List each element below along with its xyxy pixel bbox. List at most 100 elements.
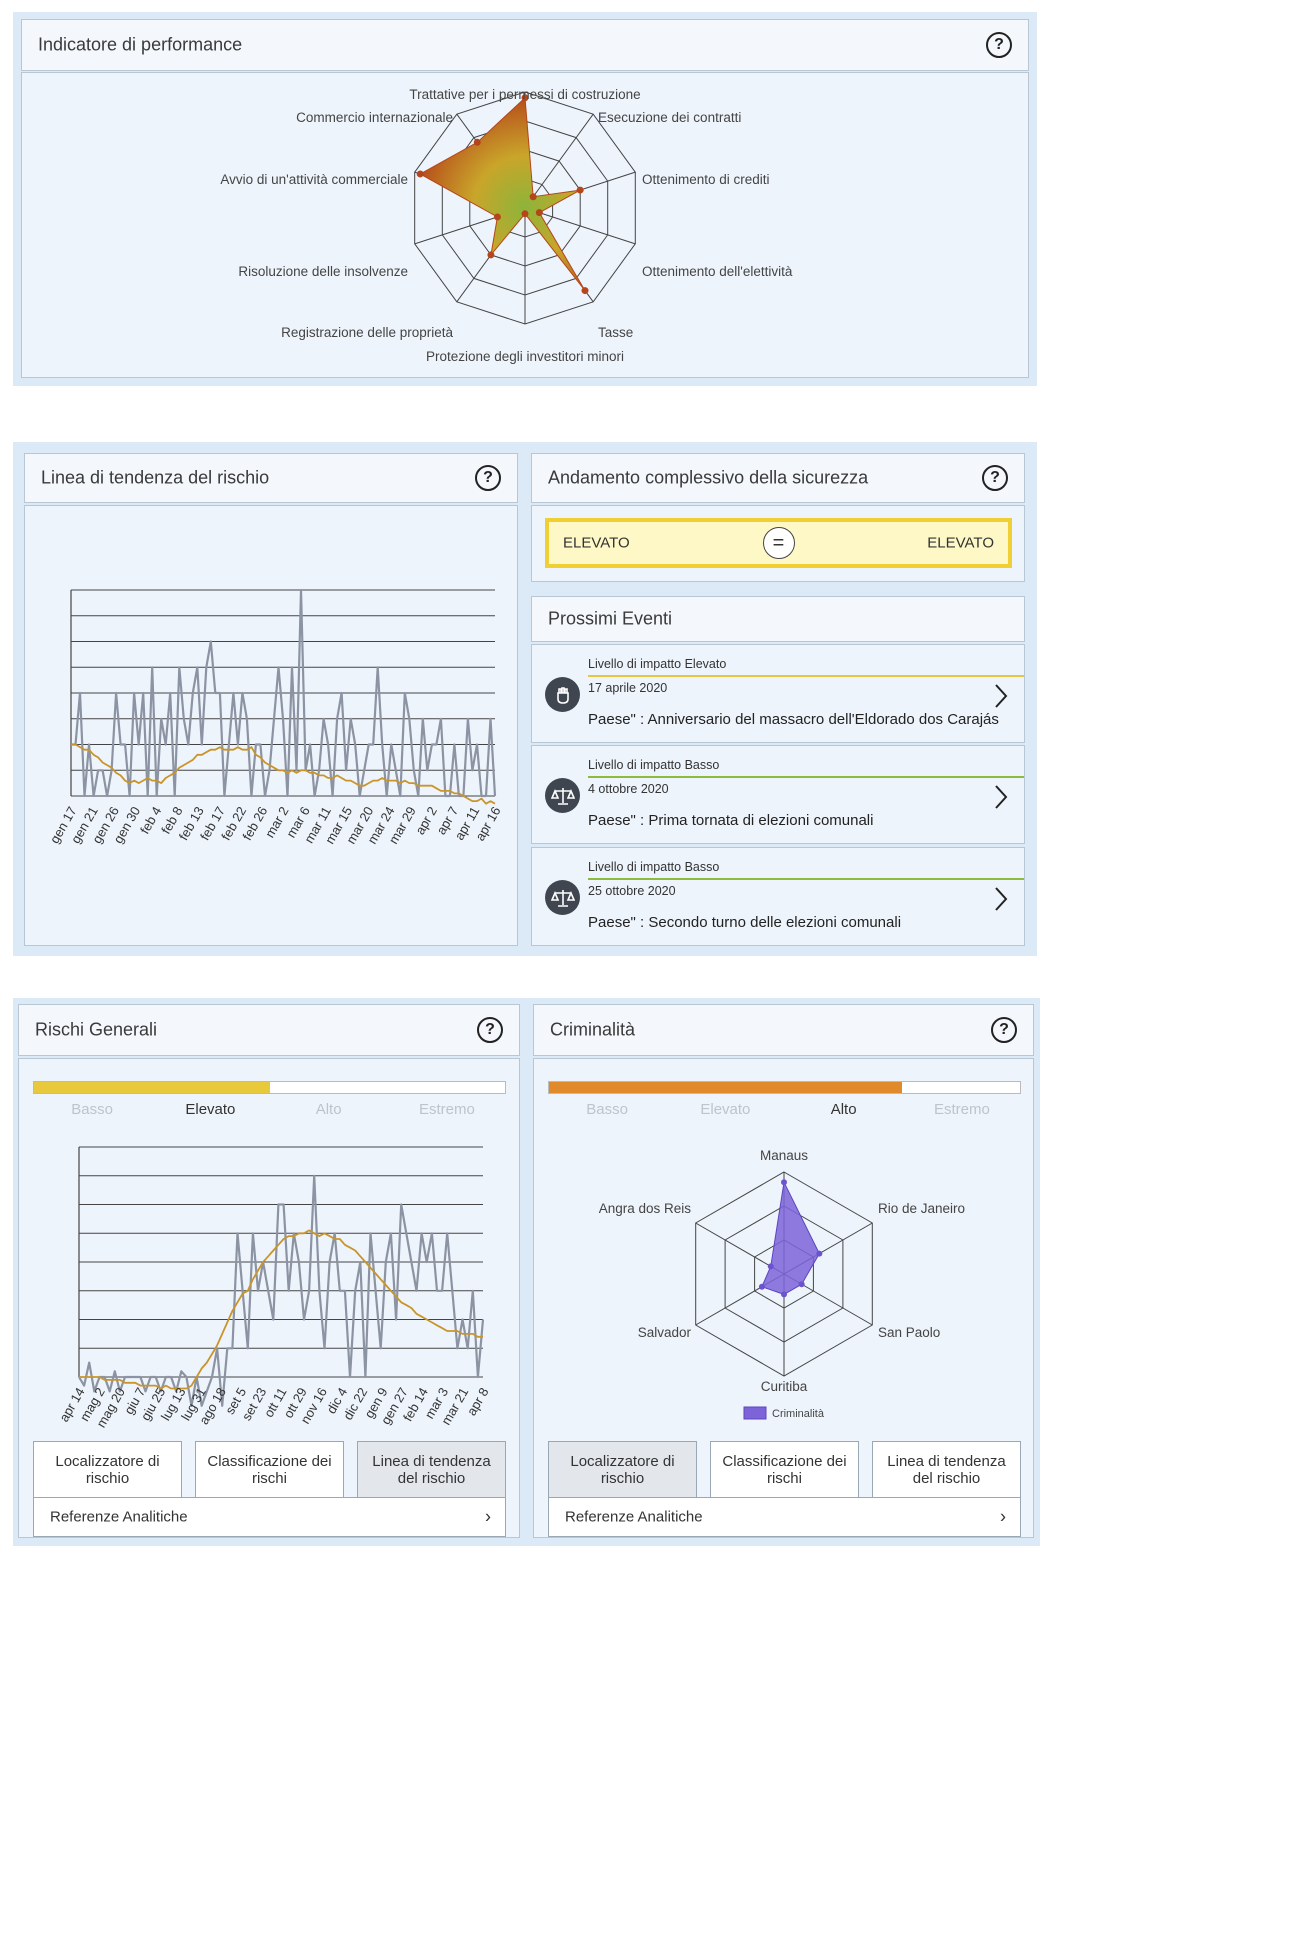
trend-title: Linea di tendenza del rischio	[41, 467, 270, 488]
radar-data-point	[767, 1263, 774, 1270]
chevron-right-icon: ›	[485, 1506, 491, 1527]
level-label: Elevato	[700, 1101, 751, 1118]
x-tick-label: apr 8	[464, 1385, 492, 1418]
radar-data-area	[761, 1180, 820, 1295]
radar-axis-label: Commercio internazionale	[296, 110, 453, 125]
radar-data-point	[493, 213, 501, 221]
x-tick-label: feb 4	[137, 804, 164, 837]
crime-level-fill	[549, 1082, 903, 1093]
help-icon[interactable]: ?	[991, 1017, 1017, 1043]
level-label: Elevato	[185, 1101, 236, 1118]
event-impact-line	[588, 878, 1024, 880]
radar-data-point	[781, 1179, 787, 1186]
event-item[interactable]: Livello di impatto Elevato 17 aprile 202…	[531, 644, 1025, 743]
event-item[interactable]: Livello di impatto Basso 25 ottobre 2020…	[531, 847, 1025, 946]
legend-label: Criminalità	[772, 1408, 825, 1420]
performance-body: Trattative per i permessi di costruzione…	[21, 72, 1029, 378]
risk-locator-button[interactable]: Localizzatore di rischio	[33, 1441, 182, 1499]
analytic-references-label: Referenze Analitiche	[50, 1508, 188, 1526]
legend-swatch	[743, 1406, 767, 1420]
analytic-references-label: Referenze Analitiche	[565, 1508, 703, 1526]
radar-axis-label: Registrazione delle proprietà	[281, 325, 453, 340]
radar-axis-label: Trattative per i permessi di costruzione	[409, 87, 640, 102]
level-label: Estremo	[933, 1101, 990, 1118]
radar-data-point	[581, 287, 589, 295]
series-line	[79, 1229, 483, 1390]
radar-axis-label: Protezione degli investitori minori	[426, 349, 624, 364]
events-title: Prossimi Eventi	[548, 608, 673, 629]
radar-data-point	[529, 193, 537, 201]
level-label: Basso	[71, 1101, 113, 1118]
crime-radar-chart: Manaus Rio de Janeiro San Paolo Curitiba Sal…	[599, 1148, 965, 1420]
radar-axis-label: Manaus	[760, 1148, 808, 1163]
chevron-right-icon	[994, 784, 1008, 815]
general-title: Rischi Generali	[35, 1019, 158, 1040]
event-item[interactable]: Livello di impatto Basso 4 ottobre 2020 …	[531, 745, 1025, 844]
radar-data-point	[781, 1291, 787, 1298]
general-level-labels: Basso Elevato Alto Estremo	[33, 1101, 506, 1121]
security-left-level: ELEVATO	[563, 534, 630, 552]
chevron-right-icon	[994, 886, 1008, 917]
event-impact-line	[588, 776, 1024, 778]
performance-radar-chart: Trattative per i permessi di costruzione…	[220, 87, 793, 364]
trend-header: Linea di tendenza del rischio ?	[24, 453, 518, 503]
scales-icon	[545, 778, 580, 813]
radar-axis-label: Ottenimento dell'elettività	[642, 264, 793, 279]
general-body: Basso Elevato Alto Estremo apr 14 mag 2 mag 2…	[18, 1058, 520, 1538]
event-impact: Livello di impatto Basso	[588, 860, 720, 874]
security-header: Andamento complessivo della sicurezza ?	[531, 453, 1025, 503]
radar-axis-label: Tasse	[598, 325, 633, 340]
analytic-references-button[interactable]: Referenze Analitiche ›	[33, 1497, 506, 1537]
radar-data-point	[487, 251, 495, 259]
trend-body: gen 17 gen 21 gen 26 gen 30 feb 4 feb 8 feb 13…	[24, 505, 518, 946]
radar-axis-label: Curitiba	[761, 1379, 808, 1394]
level-label: Basso	[586, 1101, 628, 1118]
radar-axis-label: Risoluzione delle insolvenze	[238, 264, 408, 279]
event-description: Paese" : Anniversario del massacro dell'…	[588, 711, 999, 728]
risk-trend-button[interactable]: Linea di tendenza del rischio	[357, 1441, 506, 1499]
help-icon[interactable]: ?	[475, 465, 501, 491]
event-impact: Livello di impatto Elevato	[588, 657, 727, 671]
security-title: Andamento complessivo della sicurezza	[548, 467, 869, 488]
page-title: Indicatore di performance	[38, 34, 243, 55]
radar-axis-label: Esecuzione dei contratti	[598, 110, 741, 125]
risk-classification-button[interactable]: Classificazione dei rischi	[710, 1441, 859, 1499]
level-label: Alto	[315, 1101, 342, 1118]
chevron-right-icon: ›	[1000, 1506, 1006, 1527]
help-icon[interactable]: ?	[982, 465, 1008, 491]
general-trend-chart: apr 14mag 2mag 20giu 7giu 25lug 13lug 31…	[56, 1146, 492, 1430]
crime-body: Basso Elevato Alto Estremo Manaus Rio de Jan…	[533, 1058, 1034, 1538]
general-level-fill	[34, 1082, 270, 1093]
event-date: 17 aprile 2020	[588, 681, 668, 695]
events-header: Prossimi Eventi	[531, 596, 1025, 642]
risk-classification-button[interactable]: Classificazione dei rischi	[195, 1441, 344, 1499]
radar-axis-label: San Paolo	[878, 1325, 940, 1340]
risk-trend-button[interactable]: Linea di tendenza del rischio	[872, 1441, 1021, 1499]
radar-data-point	[416, 170, 424, 178]
scales-icon	[545, 880, 580, 915]
radar-axis-label: Ottenimento di crediti	[642, 172, 770, 187]
security-status-box: ELEVATO = ELEVATO	[545, 518, 1012, 568]
crime-level-bar	[548, 1081, 1021, 1094]
radar-data-point	[758, 1283, 765, 1290]
general-header: Rischi Generali ?	[18, 1004, 520, 1056]
equal-icon: =	[762, 527, 795, 559]
radar-axis-label: Rio de Janeiro	[878, 1201, 965, 1216]
event-description: Paese" : Secondo turno delle elezioni co…	[588, 914, 902, 931]
help-icon[interactable]: ?	[477, 1017, 503, 1043]
level-label: Estremo	[418, 1101, 475, 1118]
event-impact: Livello di impatto Basso	[588, 758, 720, 772]
chevron-right-icon	[994, 683, 1008, 714]
radar-data-area	[419, 96, 586, 291]
radar-data-point	[521, 210, 529, 218]
radar-data-point	[576, 186, 584, 194]
performance-header: Indicatore di performance ?	[21, 19, 1029, 71]
help-icon[interactable]: ?	[986, 32, 1012, 58]
radar-data-point	[798, 1281, 805, 1288]
analytic-references-button[interactable]: Referenze Analitiche ›	[548, 1497, 1021, 1537]
crime-level-labels: Basso Elevato Alto Estremo	[548, 1101, 1021, 1121]
radar-data-point	[473, 138, 481, 146]
risk-locator-button[interactable]: Localizzatore di rischio	[548, 1441, 697, 1499]
radar-data-point	[535, 209, 543, 217]
security-body: ELEVATO = ELEVATO	[531, 505, 1025, 582]
